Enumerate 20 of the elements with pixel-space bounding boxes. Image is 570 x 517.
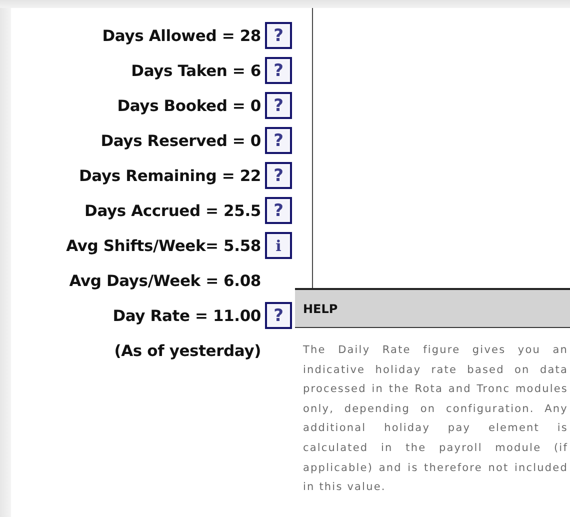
stat-label: Days Taken = 6 xyxy=(131,62,261,80)
stat-label: (As of yesterday) xyxy=(114,342,261,360)
help-button[interactable]: ? xyxy=(265,22,292,49)
stat-label: Avg Days/Week = 6.08 xyxy=(69,272,261,290)
stat-label: Days Accrued = 25.5 xyxy=(84,202,261,220)
help-popup-title: HELP xyxy=(295,288,570,328)
help-text: The Daily Rate figure gives you an indicative holiday rate based on data processed in the Rota and Tronc modules only, depending on configuration. Any additional holiday pay element is calculated in the payroll module (if applicable) and is therefore not included in this value. xyxy=(302,343,569,496)
stat-label: Day Rate = 11.00 xyxy=(112,306,261,324)
help-button[interactable]: ? xyxy=(265,92,292,119)
stat-label: Days Reserved = 0 xyxy=(100,132,261,150)
help-button[interactable]: ? xyxy=(265,197,292,224)
help-button[interactable]: ? xyxy=(265,162,292,189)
help-button[interactable]: ? xyxy=(265,57,292,84)
stat-label: Days Remaining = 22 xyxy=(79,166,261,184)
info-button[interactable]: i xyxy=(265,232,292,259)
help-button[interactable]: ? xyxy=(265,302,292,329)
stat-label: Avg Shifts/Week= 5.58 xyxy=(66,236,261,254)
help-button[interactable]: ? xyxy=(265,127,292,154)
stat-label: Days Booked = 0 xyxy=(117,96,261,114)
stat-label: Days Allowed = 28 xyxy=(102,26,261,44)
